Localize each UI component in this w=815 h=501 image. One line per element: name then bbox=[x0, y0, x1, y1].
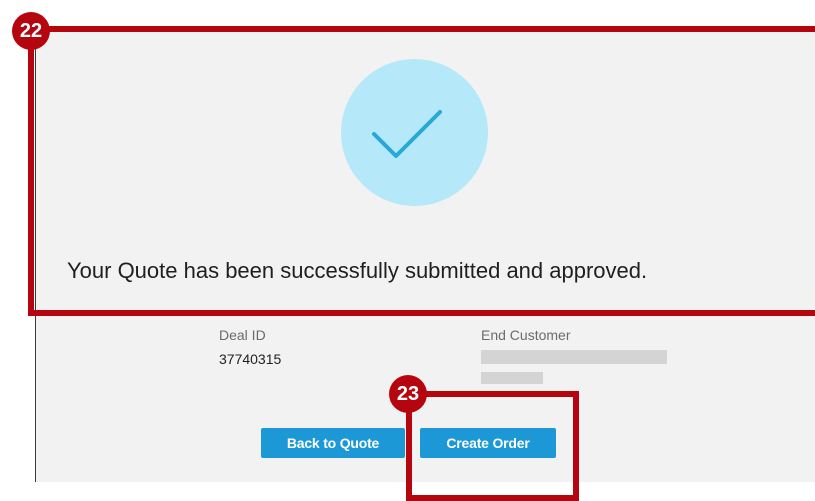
annotation-box-23 bbox=[406, 391, 579, 501]
annotation-badge-22: 22 bbox=[12, 12, 50, 50]
annotation-badge-23: 23 bbox=[389, 375, 427, 413]
deal-id-value: 37740315 bbox=[219, 351, 282, 367]
end-customer-label: End Customer bbox=[481, 327, 571, 343]
back-to-quote-button[interactable]: Back to Quote bbox=[261, 428, 405, 458]
deal-id-label: Deal ID bbox=[219, 327, 266, 343]
annotation-box-22 bbox=[28, 26, 815, 316]
